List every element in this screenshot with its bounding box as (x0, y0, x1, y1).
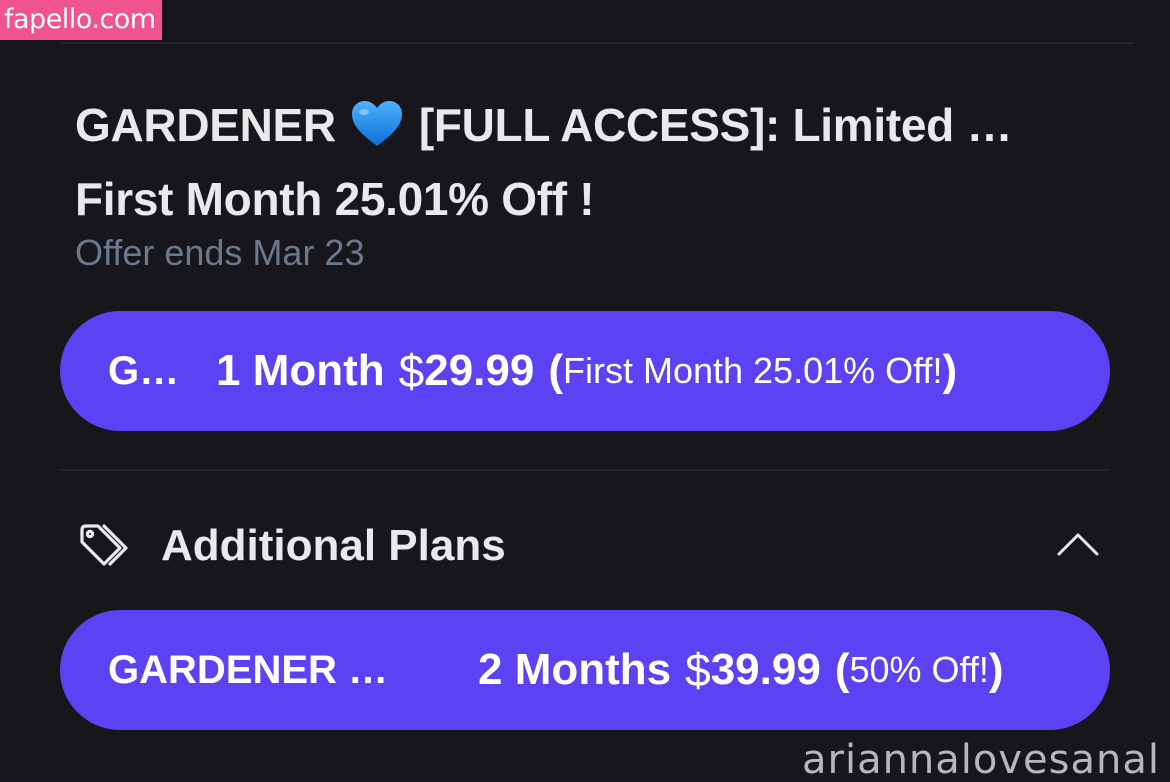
plan-currency: $ (398, 345, 425, 397)
offer-ends-text: Offer ends Mar 23 (75, 232, 365, 273)
plan-duration: 1 Month (216, 346, 385, 395)
offer-title-access: [FULL ACCESS]: Limited … (418, 99, 1013, 151)
divider (60, 469, 1110, 471)
subscribe-2-months-button[interactable]: GARDENER … 2 Months $ 39.99 ( 50% Off! ) (60, 610, 1110, 730)
plan-name: GARDENER … (108, 647, 389, 692)
tag-icon (80, 524, 128, 566)
additional-plans-toggle[interactable]: Additional Plans (60, 510, 1110, 582)
subscription-panel: fapello.com GARDENER [FULL ACCESS]: Limi… (0, 0, 1170, 782)
plan-price: 39.99 (710, 645, 821, 694)
plan-paren-close: ) (942, 346, 958, 395)
plan-paren-open: ( (834, 645, 850, 694)
divider (60, 42, 1134, 44)
watermark-username: ariannalovesanal (802, 737, 1160, 782)
subscribe-1-month-button[interactable]: G… 1 Month $ 29.99 ( First Month 25.01% … (60, 311, 1110, 431)
plan-paren-open: ( (548, 346, 563, 395)
plan-duration: 2 Months (478, 645, 672, 694)
offer-title-tier: GARDENER (75, 99, 336, 151)
offer-title: GARDENER [FULL ACCESS]: Limited … First … (75, 88, 1115, 236)
chevron-up-icon[interactable] (1056, 526, 1100, 562)
blue-heart-icon (352, 101, 403, 146)
plan-price: 29.99 (424, 346, 535, 395)
additional-plans-label: Additional Plans (161, 521, 506, 570)
plan-discount: 50% Off! (849, 649, 989, 690)
plan-discount: First Month 25.01% Off! (563, 350, 943, 391)
plan-paren-close: ) (988, 645, 1004, 694)
watermark-site-badge: fapello.com (0, 0, 162, 40)
plan-currency: $ (685, 644, 711, 696)
plan-name: G… (108, 348, 180, 393)
offer-title-line-2: First Month 25.01% Off ! (75, 173, 595, 225)
offer-title-line-1: GARDENER [FULL ACCESS]: Limited … (75, 88, 1115, 162)
